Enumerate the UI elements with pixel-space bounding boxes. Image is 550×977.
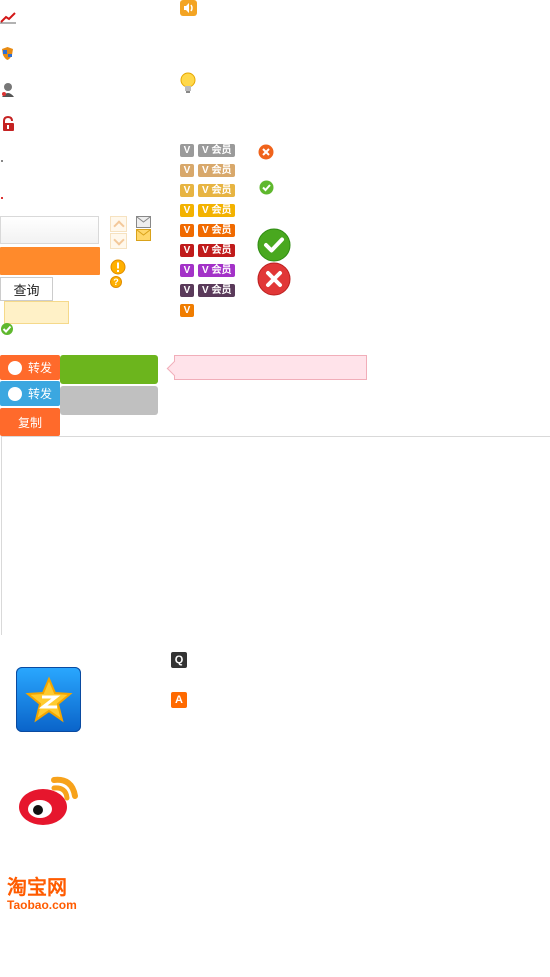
check-circle-icon: [257, 228, 291, 262]
vip-member-tag: V 会员: [198, 184, 236, 197]
weibo-share-button[interactable]: 转发: [0, 355, 60, 380]
error-circle-icon[interactable]: [257, 262, 291, 296]
shield-icon: [2, 47, 13, 60]
svg-text:?: ?: [113, 277, 119, 287]
vip-badge: V: [180, 284, 194, 297]
taobao-logo-cn: 淘宝网: [7, 875, 67, 899]
vip-badge: V: [180, 264, 194, 277]
help-icon: ?: [110, 276, 122, 288]
text-input-box[interactable]: [0, 216, 99, 244]
vip-member-tag: V 会员: [198, 244, 236, 257]
vip-member-tag: V 会员: [198, 204, 236, 217]
weibo-share-label: 转发: [27, 361, 52, 375]
scroll-down-button[interactable]: [110, 233, 127, 249]
content-panel: [1, 436, 550, 635]
weibo-icon: [7, 360, 22, 375]
vip-level-list: V V 会员 V V 会员 V V 会员 V V 会员 V V 会员 V V 会…: [180, 144, 250, 320]
copy-label: 复制: [17, 415, 42, 430]
mail-icon: [136, 229, 151, 241]
vip-badge: V: [180, 184, 194, 197]
check-circle-icon: [259, 180, 274, 195]
vip-member-tag: V 会员: [198, 144, 236, 157]
vip-badge: V: [180, 244, 194, 257]
taobao-logo-en: Taobao.com: [7, 898, 77, 912]
taobao-logo[interactable]: 淘宝网 Taobao.com: [7, 876, 97, 912]
vip-member-tag: V 会员: [198, 224, 236, 237]
tencent-weibo-icon: [7, 386, 22, 401]
grey-button[interactable]: [60, 386, 158, 415]
vip-badge: V: [180, 304, 194, 317]
orange-bar[interactable]: [0, 247, 100, 275]
tencent-share-button[interactable]: 转发: [0, 381, 60, 406]
chart-line-icon: [0, 12, 16, 24]
warning-icon: [110, 259, 126, 275]
scroll-up-button[interactable]: [110, 216, 127, 232]
qzone-logo[interactable]: [16, 667, 81, 732]
vip-badge: V: [180, 164, 194, 177]
tencent-share-label: 转发: [27, 387, 52, 401]
vip-member-tag: V 会员: [198, 164, 236, 177]
vip-member-tag: V 会员: [198, 264, 236, 277]
copy-button[interactable]: 复制: [0, 408, 60, 436]
divider-mark: [1, 160, 3, 162]
vip-badge: V: [180, 144, 194, 157]
vip-badge: V: [180, 224, 194, 237]
tooltip-arrow: [166, 360, 183, 377]
mail-icon: [136, 216, 151, 228]
lock-icon: [3, 116, 14, 131]
lightbulb-icon: [180, 72, 196, 93]
divider-mark: [1, 197, 3, 199]
weibo-logo[interactable]: [12, 768, 85, 828]
a-key-icon: A: [171, 692, 187, 708]
vip-member-tag: V 会员: [198, 284, 236, 297]
error-circle-icon[interactable]: [258, 144, 274, 160]
user-icon: [2, 83, 14, 97]
pink-tooltip: [166, 355, 367, 380]
query-button[interactable]: 查询: [0, 277, 53, 301]
check-circle-icon: [1, 323, 13, 335]
speaker-icon: [180, 0, 197, 16]
yellow-hint: [4, 301, 69, 324]
star-icon: [24, 675, 73, 722]
vip-badge: V: [180, 204, 194, 217]
green-button[interactable]: [60, 355, 158, 384]
q-key-icon: Q: [171, 652, 187, 668]
